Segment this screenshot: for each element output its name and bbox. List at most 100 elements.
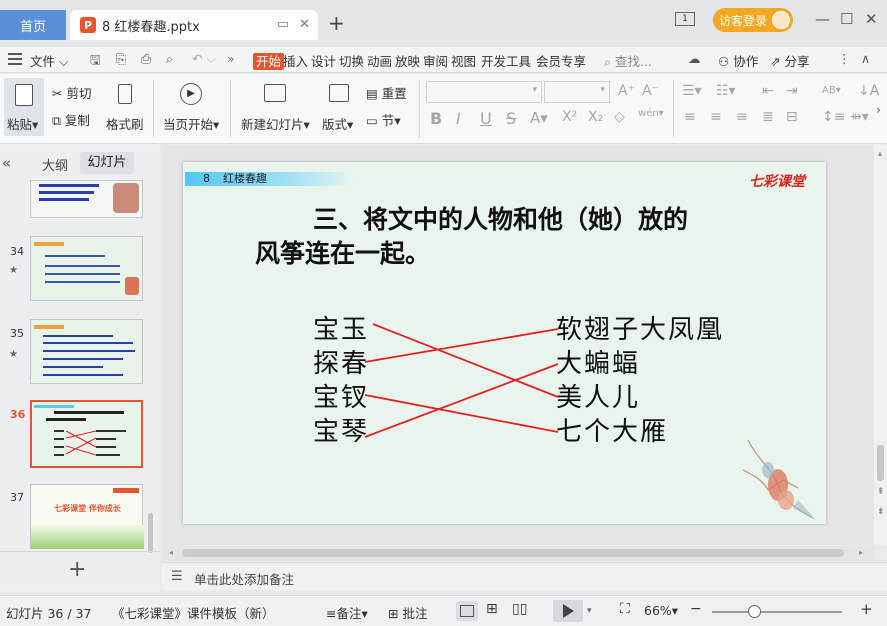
zoom-level[interactable]: 66%▾ <box>644 603 678 618</box>
close-tab-icon[interactable]: ✕ <box>299 17 310 32</box>
align-center-icon[interactable]: ≡ <box>710 109 722 125</box>
strikethrough-icon[interactable]: S <box>506 109 516 128</box>
tab-transition[interactable]: 切换 <box>339 51 364 70</box>
cloud-sync-icon[interactable]: ☁ <box>688 51 701 66</box>
maximize-icon[interactable]: ☐ <box>840 10 853 28</box>
section-button[interactable]: ▭ 节▾ <box>366 110 401 129</box>
next-slide-icon[interactable]: ⇟ <box>877 507 885 517</box>
window-switch-button[interactable]: 1 <box>675 12 695 26</box>
preview-icon[interactable]: ⌕ <box>166 51 173 67</box>
reading-view-icon[interactable]: ▯▯ <box>512 601 527 617</box>
collaborate-button[interactable]: ⚇ 协作 <box>718 51 758 70</box>
prev-slide-icon[interactable]: ⇞ <box>877 487 885 497</box>
scroll-right-icon[interactable]: ▸ <box>859 548 863 557</box>
font-family-select[interactable]: ▾ <box>426 81 542 103</box>
decrease-font-icon[interactable]: A⁻ <box>642 83 659 99</box>
normal-view-button[interactable] <box>456 601 478 621</box>
zoom-slider-track[interactable] <box>712 611 842 613</box>
outdent-icon[interactable]: ⇤ <box>762 83 774 99</box>
tab-slideshow[interactable]: 放映 <box>395 51 420 70</box>
copy-button[interactable]: ⧉ 复制 <box>52 110 90 129</box>
template-name[interactable]: 《七彩课堂》课件模板（新） <box>112 603 275 622</box>
tab-slides[interactable]: 幻灯片 <box>80 152 134 174</box>
document-tab[interactable]: P 8 红楼春趣.pptx ▭ ✕ <box>70 10 318 40</box>
reset-button[interactable]: ▤ 重置 <box>366 83 407 102</box>
slide-thumbnail-selected[interactable] <box>30 400 143 468</box>
bold-icon[interactable]: B <box>430 109 442 128</box>
increase-font-icon[interactable]: A⁺ <box>618 83 635 99</box>
notes-pane[interactable]: ☰ 单击此处添加备注 <box>162 562 887 590</box>
zoom-out-icon[interactable]: − <box>690 601 702 617</box>
collapse-panel-icon[interactable]: « <box>2 154 11 172</box>
comment-button[interactable]: ⊞ 批注 <box>388 603 427 622</box>
tab-view[interactable]: 视图 <box>451 51 476 70</box>
superscript-icon[interactable]: X² <box>562 109 577 125</box>
tab-home[interactable]: 开始 <box>253 51 285 70</box>
zoom-in-icon[interactable]: + <box>860 600 873 618</box>
tab-developer[interactable]: 开发工具 <box>481 51 531 70</box>
hamburger-icon[interactable] <box>8 53 22 65</box>
zoom-slider-thumb[interactable] <box>748 605 761 618</box>
tab-insert[interactable]: 插入 <box>283 51 308 70</box>
slide-thumbnail[interactable] <box>30 236 143 301</box>
slide-thumbnail[interactable] <box>30 180 143 218</box>
save-icon[interactable]: 🖫 <box>90 51 101 72</box>
fit-window-icon[interactable]: ⛶ <box>620 601 630 617</box>
tab-member[interactable]: 会员专享 <box>536 51 586 70</box>
more-options-icon[interactable]: ⋮ <box>838 51 851 66</box>
layout-button[interactable]: 版式▾ <box>318 78 358 136</box>
align-right-icon[interactable]: ≡ <box>736 109 748 125</box>
more-commands-icon[interactable]: » <box>227 51 235 66</box>
from-current-slide-button[interactable]: ▶ 当页开始▾ <box>160 78 224 136</box>
export-icon[interactable]: ⎘ <box>116 51 126 67</box>
add-slide-button[interactable]: + <box>68 559 86 581</box>
home-tab[interactable]: 首页 <box>0 10 66 40</box>
play-slideshow-button[interactable] <box>553 600 583 622</box>
undo-icon[interactable]: ↶ ⌵ <box>192 51 216 67</box>
tab-review[interactable]: 审阅 <box>423 51 448 70</box>
ribbon-scroll-right-icon[interactable]: › <box>876 102 881 117</box>
numbered-list-icon[interactable]: ☷▾ <box>716 83 736 99</box>
new-tab-button[interactable]: + <box>328 13 345 33</box>
grid-view-icon[interactable]: ⊞ <box>486 601 498 617</box>
distribute-icon[interactable]: ⊟ <box>786 109 798 125</box>
chevron-down-icon[interactable]: ▾ <box>587 606 592 616</box>
close-window-icon[interactable]: ✕ <box>865 10 878 28</box>
new-slide-button[interactable]: 新建幻灯片▾ <box>238 78 310 136</box>
horizontal-scrollbar[interactable]: ◂ ▸ <box>162 546 874 560</box>
text-direction-icon[interactable]: AB▾ <box>822 85 841 96</box>
tab-animation[interactable]: 动画 <box>367 51 392 70</box>
share-button[interactable]: ⇗ 分享 <box>770 51 809 70</box>
underline-icon[interactable]: U <box>480 109 492 128</box>
bullet-list-icon[interactable]: ☰▾ <box>682 83 702 99</box>
collapse-ribbon-icon[interactable]: ∧ <box>861 51 870 66</box>
scroll-up-icon[interactable]: ▴ <box>878 149 882 158</box>
slide-thumbnail[interactable]: 七彩课堂 伴你成长 <box>30 484 144 549</box>
visitor-login-button[interactable]: 访客登录 <box>713 8 793 32</box>
tab-design[interactable]: 设计 <box>311 51 336 70</box>
italic-icon[interactable]: I <box>456 109 461 128</box>
slide-thumbnail[interactable] <box>30 319 143 384</box>
pin-icon[interactable]: ▭ <box>277 17 289 32</box>
vertical-scroll-thumb[interactable] <box>877 445 884 481</box>
subscript-icon[interactable]: X₂ <box>588 109 603 125</box>
panel-scrollbar[interactable] <box>148 513 153 553</box>
notes-toggle-button[interactable]: ≡备注▾ <box>326 603 368 622</box>
clear-format-icon[interactable]: ◇ <box>614 109 625 125</box>
font-color-icon[interactable]: A▾ <box>530 109 548 127</box>
column-icon[interactable]: ⇻▾ <box>850 109 869 125</box>
align-left-icon[interactable]: ≡ <box>684 109 696 125</box>
tab-outline[interactable]: 大纲 <box>42 155 68 174</box>
indent-icon[interactable]: ⇥ <box>786 83 798 99</box>
minimize-icon[interactable]: — <box>815 10 830 28</box>
print-icon[interactable]: ⎙ <box>141 51 151 67</box>
horizontal-scroll-thumb[interactable] <box>182 549 844 557</box>
phonetic-button[interactable]: wén▾ <box>638 108 664 119</box>
file-menu[interactable]: 文件 ⌵ <box>30 51 68 70</box>
scroll-left-icon[interactable]: ◂ <box>169 548 173 557</box>
vertical-scrollbar[interactable]: ▴ ⇞ ⇟ <box>874 145 887 545</box>
paste-button[interactable]: 粘贴▾ <box>4 78 44 136</box>
line-spacing-icon[interactable]: ↕≡ <box>822 109 845 125</box>
search-box[interactable]: ⌕ 查找... <box>604 51 652 70</box>
slide-36[interactable]: 8 红楼春趣 七彩课堂 三、将文中的人物和他（她）放的 风筝连在一起。 宝玉 探… <box>183 162 826 524</box>
